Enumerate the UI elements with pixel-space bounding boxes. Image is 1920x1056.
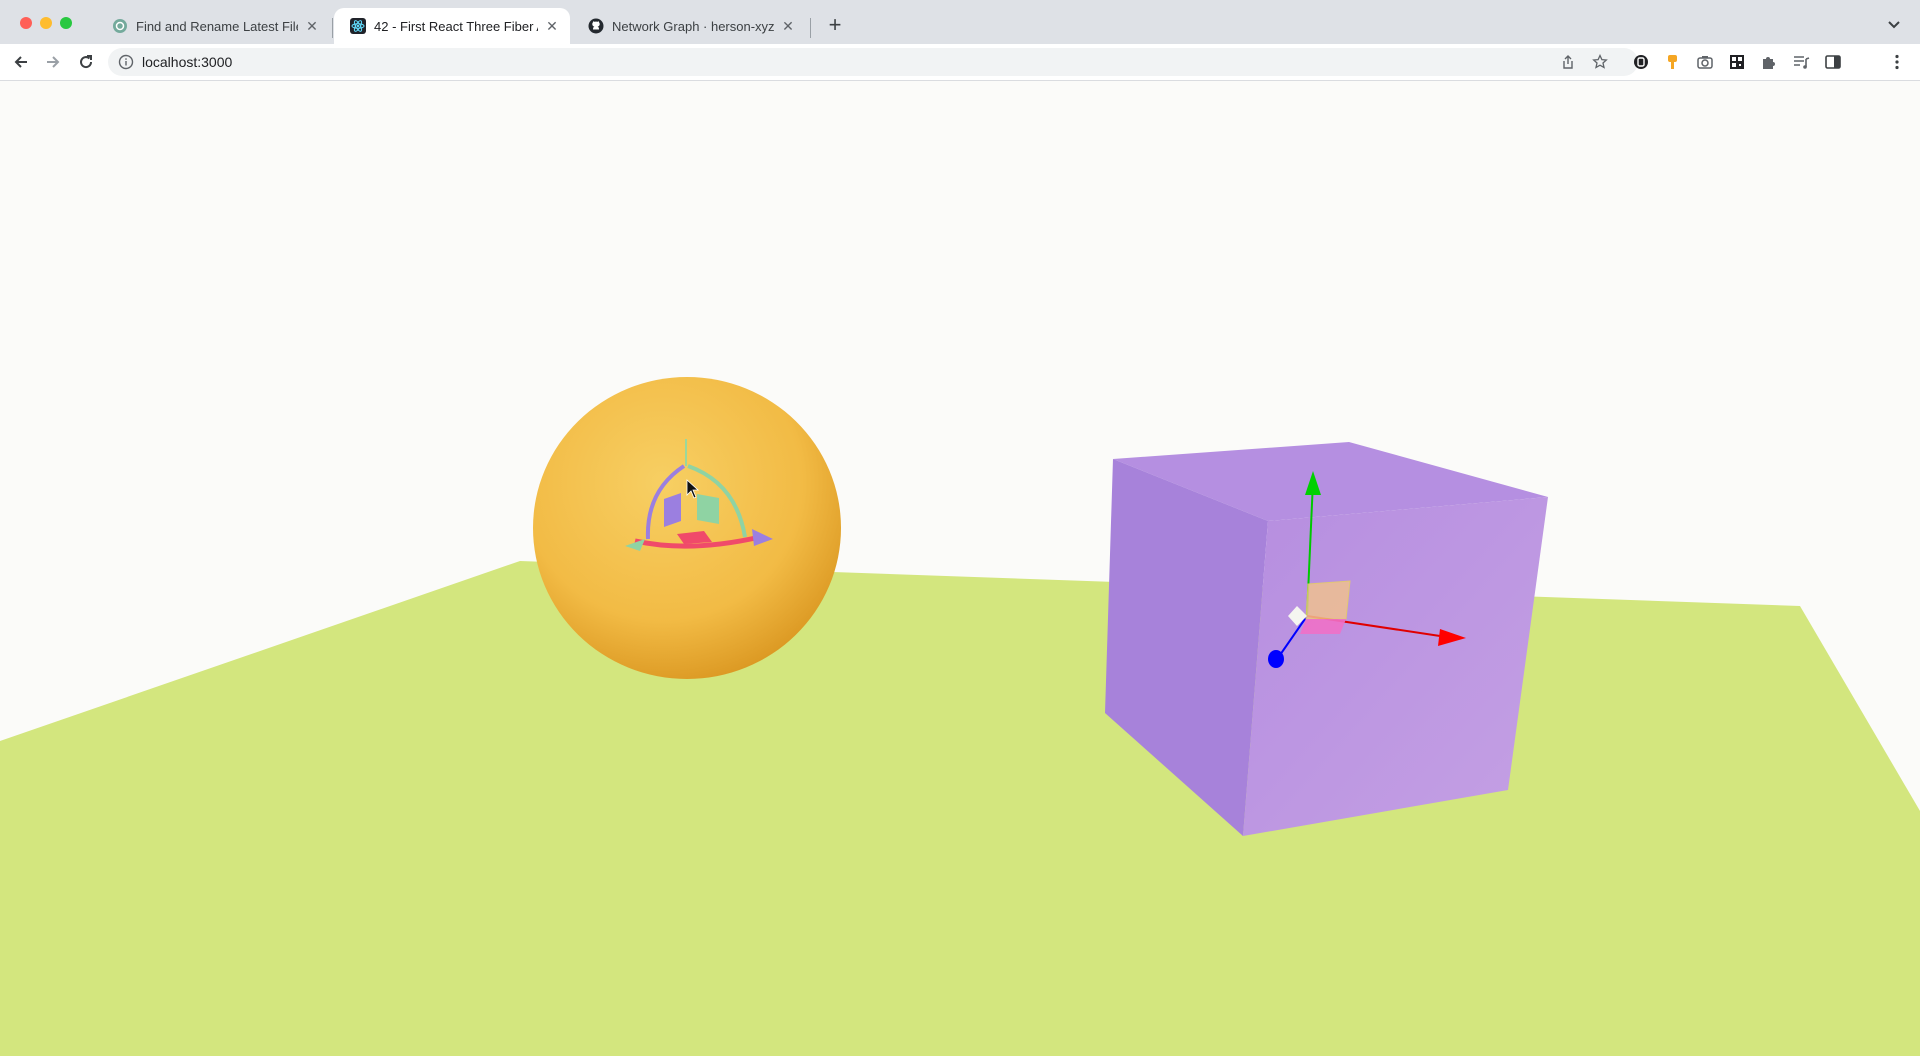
close-tab-icon[interactable]: ✕ [304,18,320,34]
tab-separator [332,18,333,38]
side-panel-icon[interactable] [1823,52,1843,72]
qr-code-icon[interactable] [1727,52,1747,72]
floor-plane[interactable] [0,561,1920,1056]
tab-title: 42 - First React Three Fiber App [374,18,538,34]
sphere[interactable] [533,377,841,679]
share-icon[interactable] [1560,54,1576,70]
github-icon [588,18,604,34]
tab-separator [810,18,811,38]
tab-strip: Find and Rename Latest File ✕ 42 - First… [0,0,1920,44]
tab-network-graph[interactable]: Network Graph · herson-xyz/fiber ✕ [572,8,806,44]
extension-key-icon[interactable] [1663,52,1683,72]
new-tab-button[interactable]: + [822,12,848,38]
tab-find-rename[interactable]: Find and Rename Latest File ✕ [96,8,330,44]
kebab-menu-icon[interactable] [1887,52,1907,72]
media-queue-icon[interactable] [1791,52,1811,72]
extension-dark-icon[interactable] [1631,52,1651,72]
maximize-window-button[interactable] [60,17,72,29]
tab-title: Network Graph · herson-xyz/fiber [612,18,774,34]
close-tab-icon[interactable]: ✕ [544,18,560,34]
close-tab-icon[interactable]: ✕ [780,18,796,34]
camera-icon[interactable] [1695,52,1715,72]
three-canvas[interactable] [0,81,1920,1056]
react-icon [350,18,366,34]
minimize-window-button[interactable] [40,17,52,29]
reload-icon[interactable] [76,52,96,72]
back-arrow-icon[interactable] [11,52,31,72]
bookmark-star-icon[interactable] [1592,54,1608,70]
forward-arrow-icon[interactable] [43,52,63,72]
info-icon[interactable] [118,54,134,70]
tab-title: Find and Rename Latest File [136,18,298,34]
url-text: localhost:3000 [142,54,233,70]
openai-icon [113,19,127,33]
puzzle-extensions-icon[interactable] [1759,52,1779,72]
address-bar[interactable]: localhost:3000 [108,48,1638,76]
tab-react-three-fiber[interactable]: 42 - First React Three Fiber App ✕ [334,8,570,44]
close-window-button[interactable] [20,17,32,29]
chevron-down-icon[interactable] [1884,14,1904,34]
